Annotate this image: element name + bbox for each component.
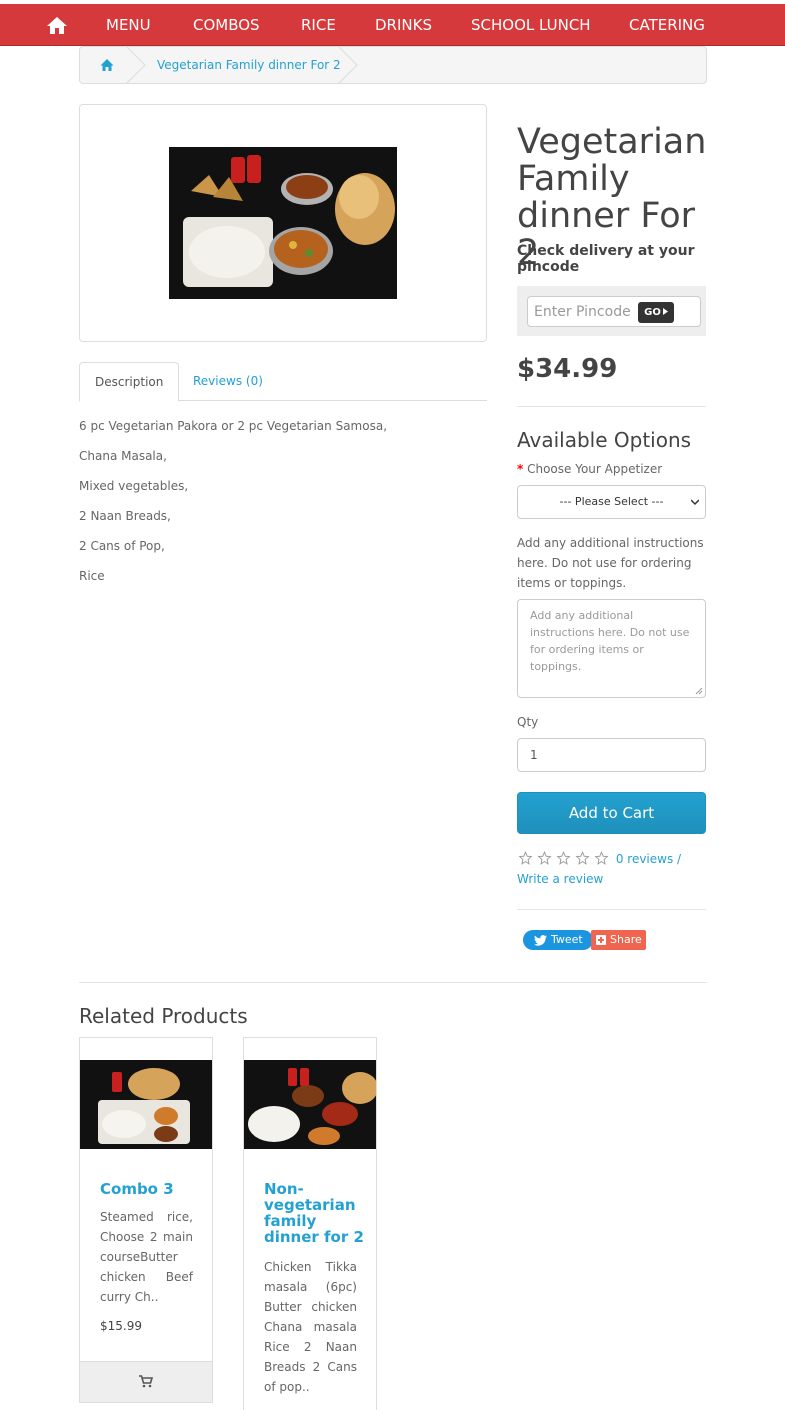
product-image-box[interactable]	[79, 104, 487, 342]
tweet-button[interactable]: Tweet	[523, 930, 593, 950]
plus-icon	[596, 935, 606, 945]
nav-item-drinks[interactable]: DRINKS	[375, 4, 432, 46]
twitter-icon	[534, 935, 547, 946]
product-tabs: Description Reviews (0)	[79, 362, 487, 402]
product-description: 6 pc Vegetarian Pakora or 2 pc Vegetaria…	[79, 416, 487, 596]
instructions-placeholder: Add any additional instructions here. Do…	[530, 609, 690, 673]
add-to-cart-button[interactable]	[80, 1361, 212, 1402]
appetizer-label: * Choose Your Appetizer	[517, 462, 662, 476]
star-empty-icon	[556, 851, 571, 865]
go-button-label: GO	[644, 307, 661, 318]
options-heading: Available Options	[517, 428, 692, 452]
description-line: Rice	[79, 569, 105, 583]
star-empty-icon	[594, 851, 609, 865]
tab-description[interactable]: Description	[79, 362, 180, 402]
caret-right-icon	[662, 308, 668, 315]
pincode-heading: Check delivery at your pincode	[517, 243, 695, 275]
nav-item-catering[interactable]: CATERING	[629, 4, 705, 46]
share-label: Share	[610, 933, 642, 946]
product-card-description: Steamed rice, Choose 2 main courseButter…	[100, 1210, 193, 1304]
description-line: 6 pc Vegetarian Pakora or 2 pc Vegetaria…	[79, 419, 388, 433]
add-to-cart-button[interactable]: Add to Cart	[517, 792, 706, 834]
breadcrumb: Vegetarian Family dinner For 2	[79, 46, 707, 84]
chevron-down-icon	[691, 499, 699, 506]
top-nav: MENU COMBOS RICE DRINKS SCHOOL LUNCH CAT…	[0, 4, 785, 46]
write-review-link[interactable]: Write a review	[517, 872, 603, 886]
qty-input[interactable]: 1	[517, 738, 706, 772]
go-button[interactable]: GO	[638, 302, 674, 323]
divider	[517, 909, 706, 910]
instructions-label: Add any additional instructions here. Do…	[517, 536, 704, 590]
product-card: Combo 3 Steamed rice, Choose 2 main cour…	[79, 1037, 213, 1403]
instructions-textarea[interactable]: Add any additional instructions here. Do…	[517, 599, 706, 698]
related-products-heading: Related Products	[79, 1004, 248, 1028]
nav-item-rice[interactable]: RICE	[301, 4, 336, 46]
pincode-placeholder: Enter Pincode	[534, 304, 631, 320]
nav-item-combos[interactable]: COMBOS	[193, 4, 260, 46]
description-line: 2 Naan Breads,	[79, 509, 171, 523]
product-photo[interactable]	[169, 147, 397, 299]
appetizer-label-text: Choose Your Appetizer	[527, 462, 663, 476]
description-line: 2 Cans of Pop,	[79, 539, 165, 553]
product-card-description: Chicken Tikka masala (6pc) Butter chicke…	[264, 1260, 357, 1394]
product-card-name[interactable]: Non-vegetarian family dinner for 2	[264, 1181, 364, 1245]
appetizer-select-value: --- Please Select ---	[559, 495, 664, 508]
star-empty-icon	[537, 851, 552, 865]
divider	[517, 406, 706, 407]
breadcrumb-separator-icon	[338, 46, 358, 84]
tweet-label: Tweet	[551, 933, 583, 946]
share-button[interactable]: Share	[591, 930, 646, 950]
rating-separator: /	[677, 852, 682, 866]
nav-item-school-lunch[interactable]: SCHOOL LUNCH	[471, 4, 591, 46]
product-price: $34.99	[517, 354, 618, 384]
pincode-box: Enter Pincode GO	[517, 286, 706, 336]
product-thumbnail[interactable]	[244, 1060, 376, 1149]
product-card-price: $15.99	[100, 1319, 142, 1333]
star-empty-icon	[575, 851, 590, 865]
pincode-input[interactable]: Enter Pincode GO	[527, 296, 701, 327]
breadcrumb-current[interactable]: Vegetarian Family dinner For 2	[157, 58, 341, 72]
description-line: Chana Masala,	[79, 449, 167, 463]
product-card-name[interactable]: Combo 3	[100, 1181, 200, 1197]
required-mark: *	[517, 462, 524, 476]
product-card: Non-vegetarian family dinner for 2 Chick…	[243, 1037, 377, 1410]
cart-icon	[139, 1375, 153, 1388]
qty-label: Qty	[517, 715, 539, 729]
description-line: Mixed vegetables,	[79, 479, 189, 493]
reviews-link[interactable]: 0 reviews	[616, 852, 673, 866]
home-icon[interactable]	[100, 58, 114, 72]
appetizer-select[interactable]: --- Please Select ---	[517, 485, 706, 519]
rating: 0 reviews / Write a review	[517, 849, 707, 889]
tab-reviews[interactable]: Reviews (0)	[178, 362, 278, 401]
divider	[79, 982, 707, 983]
product-thumbnail[interactable]	[80, 1060, 212, 1149]
resize-handle-icon[interactable]	[695, 687, 703, 695]
home-icon[interactable]	[46, 15, 68, 35]
nav-item-menu[interactable]: MENU	[106, 4, 151, 46]
star-empty-icon	[518, 851, 533, 865]
breadcrumb-separator-icon	[126, 46, 146, 84]
